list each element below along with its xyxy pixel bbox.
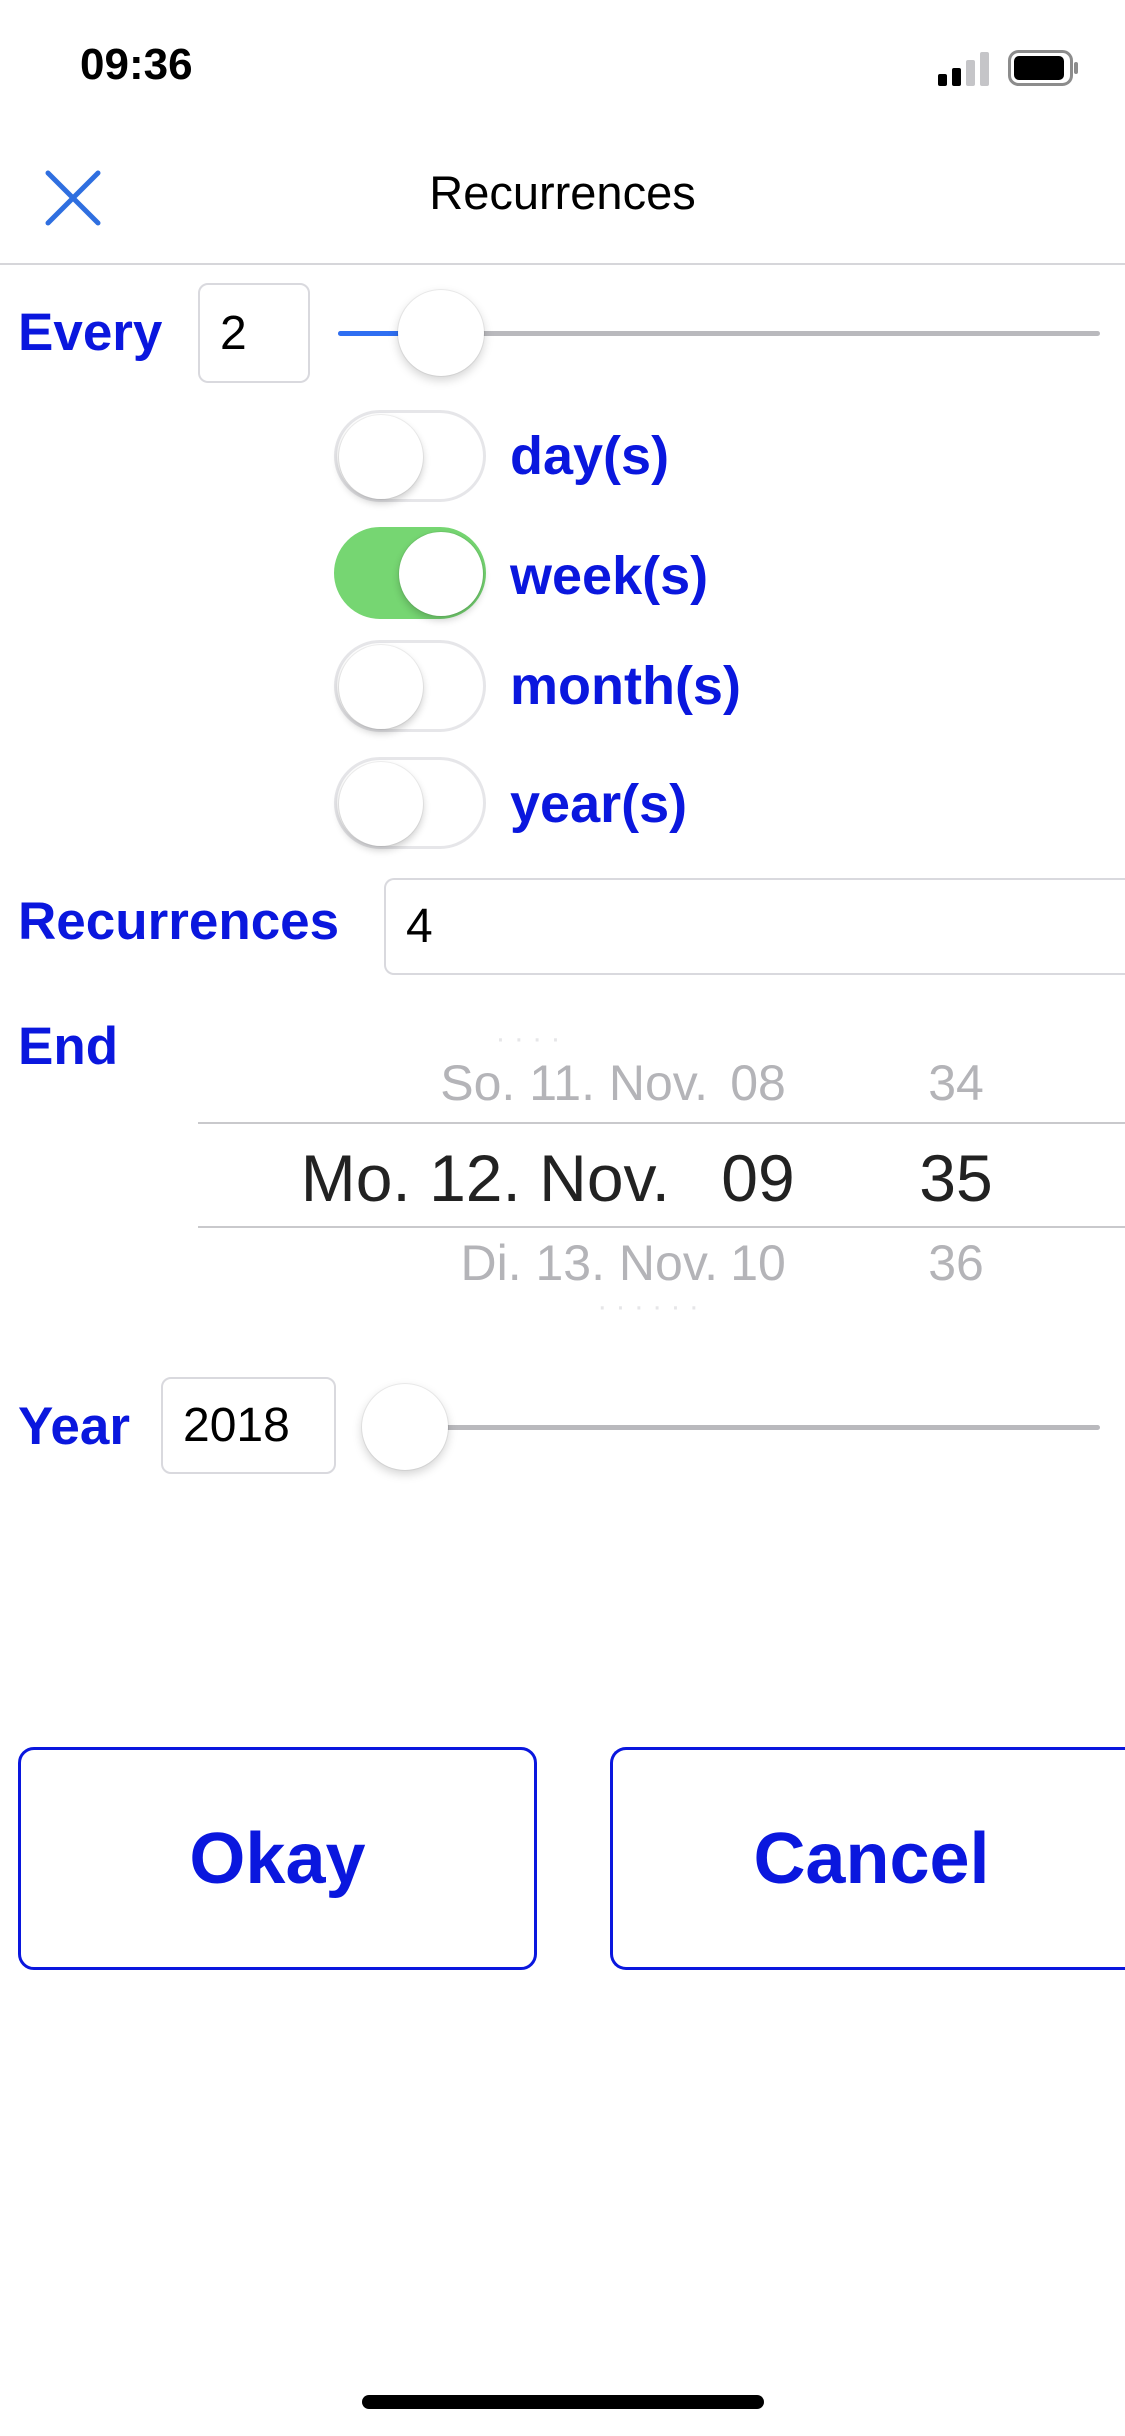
toggle-months-label: month(s) [510,656,741,716]
year-slider-track[interactable] [364,1425,1100,1430]
status-time: 09:36 [80,40,193,89]
toggle-months[interactable] [334,640,486,732]
toggle-knob [339,645,423,729]
picker-faint-row: · · · · · · [597,1290,699,1323]
picker-next-minute[interactable]: 36 [896,1234,1016,1292]
toggle-years-label: year(s) [510,774,688,834]
battery-icon [1008,50,1078,86]
year-input[interactable]: 2018 [161,1377,336,1474]
every-label: Every [18,303,163,362]
picker-next-date[interactable]: Di. 13. Nov. [338,1234,719,1292]
picker-selection-bottom-line [198,1226,1125,1228]
year-label: Year [18,1397,131,1456]
toggle-years[interactable] [334,757,486,849]
nav-divider [0,263,1125,265]
end-label: End [18,1017,119,1076]
toggle-weeks-label: week(s) [510,546,709,606]
picker-next-hour[interactable]: 10 [698,1234,818,1292]
year-slider-thumb[interactable] [362,1384,448,1470]
toggle-days[interactable] [334,410,486,502]
toggle-days-label: day(s) [510,426,670,486]
page-title: Recurrences [429,166,696,219]
picker-selected-minute[interactable]: 35 [891,1140,1021,1216]
cancel-button[interactable]: Cancel [610,1747,1125,1970]
picker-selected-date[interactable]: Mo. 12. Nov. [278,1140,670,1216]
cellular-signal-icon [938,52,989,86]
every-slider-thumb[interactable] [398,290,484,376]
picker-selected-hour[interactable]: 09 [693,1140,823,1216]
every-input[interactable]: 2 [198,283,310,383]
recurrences-label: Recurrences [18,892,340,951]
picker-prev-minute[interactable]: 34 [896,1054,1016,1112]
picker-selection-top-line [198,1122,1125,1124]
home-indicator[interactable] [362,2395,764,2409]
picker-faint-row: · · · · [495,1022,561,1055]
toggle-knob [339,415,423,499]
toggle-knob [339,762,423,846]
toggle-knob [399,532,483,616]
picker-prev-date[interactable]: So. 11. Nov. [328,1054,708,1112]
okay-button[interactable]: Okay [18,1747,537,1970]
end-date-picker[interactable]: · · · · So. 11. Nov. 08 34 Mo. 12. Nov. … [198,1010,1125,1323]
toggle-weeks[interactable] [334,527,486,619]
every-slider-fill [338,331,400,336]
picker-prev-hour[interactable]: 08 [698,1054,818,1112]
recurrences-input[interactable]: 4 [384,878,1125,975]
